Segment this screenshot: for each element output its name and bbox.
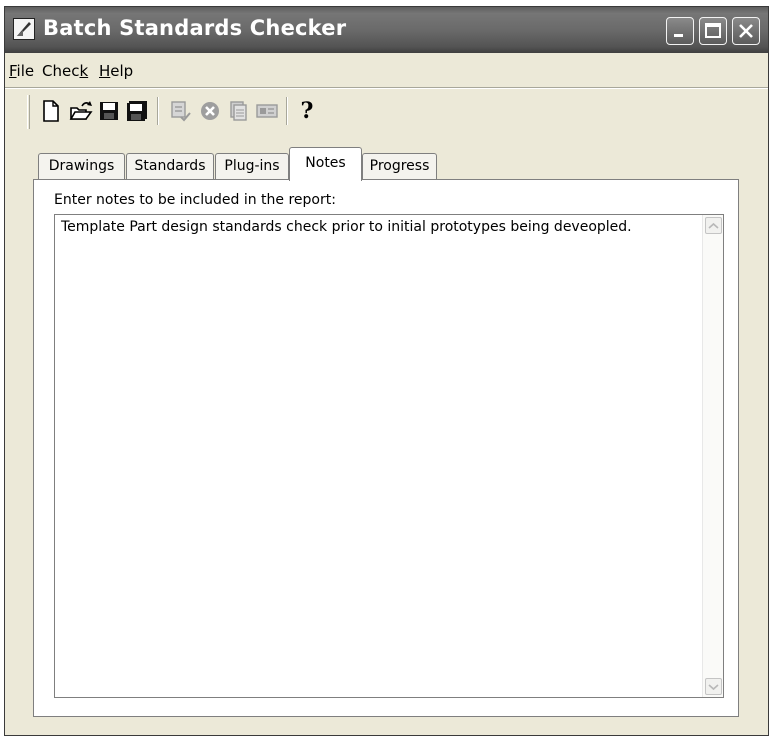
- save-button[interactable]: [97, 99, 121, 123]
- scroll-down-button[interactable]: [705, 678, 722, 695]
- stop-button[interactable]: [198, 99, 222, 123]
- toolbar: ?: [5, 89, 768, 133]
- check-button[interactable]: [168, 99, 192, 123]
- menu-bar: File Check Help: [5, 57, 768, 85]
- notes-textarea[interactable]: Template Part design standards check pri…: [54, 214, 724, 698]
- close-button[interactable]: [732, 17, 760, 45]
- save-icon: [100, 102, 118, 120]
- tab-drawings[interactable]: Drawings: [38, 153, 125, 180]
- tab-notes[interactable]: Notes: [289, 147, 362, 181]
- minimize-icon: [674, 34, 683, 37]
- help-button[interactable]: ?: [295, 98, 319, 124]
- app-logo-icon: [13, 18, 35, 40]
- save-as-button[interactable]: [125, 99, 149, 123]
- toolbar-separator: [286, 97, 288, 125]
- check-icon: [171, 101, 191, 122]
- maximize-icon: [705, 23, 721, 38]
- menu-check[interactable]: Check: [42, 62, 88, 80]
- chevron-up-icon: [708, 222, 719, 229]
- scroll-up-button[interactable]: [705, 217, 722, 234]
- report-button[interactable]: [226, 99, 250, 123]
- settings-button[interactable]: [255, 99, 279, 123]
- notes-label: Enter notes to be included in the report…: [54, 192, 336, 208]
- notes-text: Template Part design standards check pri…: [61, 219, 632, 235]
- toolbar-separator: [157, 97, 159, 125]
- report-icon: [230, 101, 247, 121]
- minimize-button[interactable]: [666, 17, 694, 45]
- tab-plug-ins[interactable]: Plug-ins: [215, 153, 289, 180]
- title-bar[interactable]: Batch Standards Checker: [5, 7, 768, 53]
- chevron-down-icon: [708, 683, 719, 690]
- open-icon: [69, 101, 93, 120]
- open-button[interactable]: [69, 99, 93, 123]
- close-icon: [739, 24, 753, 38]
- stop-icon: [201, 102, 219, 120]
- notes-scrollbar[interactable]: [702, 215, 723, 697]
- new-button[interactable]: [39, 99, 63, 123]
- app-window: Batch Standards Checker File Check Help: [4, 6, 769, 736]
- maximize-button[interactable]: [699, 17, 727, 45]
- notes-panel: Enter notes to be included in the report…: [33, 179, 739, 717]
- new-icon: [43, 100, 59, 122]
- window-title: Batch Standards Checker: [43, 16, 347, 40]
- tab-progress[interactable]: Progress: [362, 153, 437, 180]
- menu-file[interactable]: File: [9, 62, 34, 80]
- toolbar-grip[interactable]: [27, 95, 30, 129]
- menu-help[interactable]: Help: [99, 62, 133, 80]
- tab-standards[interactable]: Standards: [126, 153, 214, 180]
- help-icon: ?: [300, 98, 314, 124]
- save-as-icon: [127, 101, 147, 121]
- settings-icon: [256, 104, 278, 118]
